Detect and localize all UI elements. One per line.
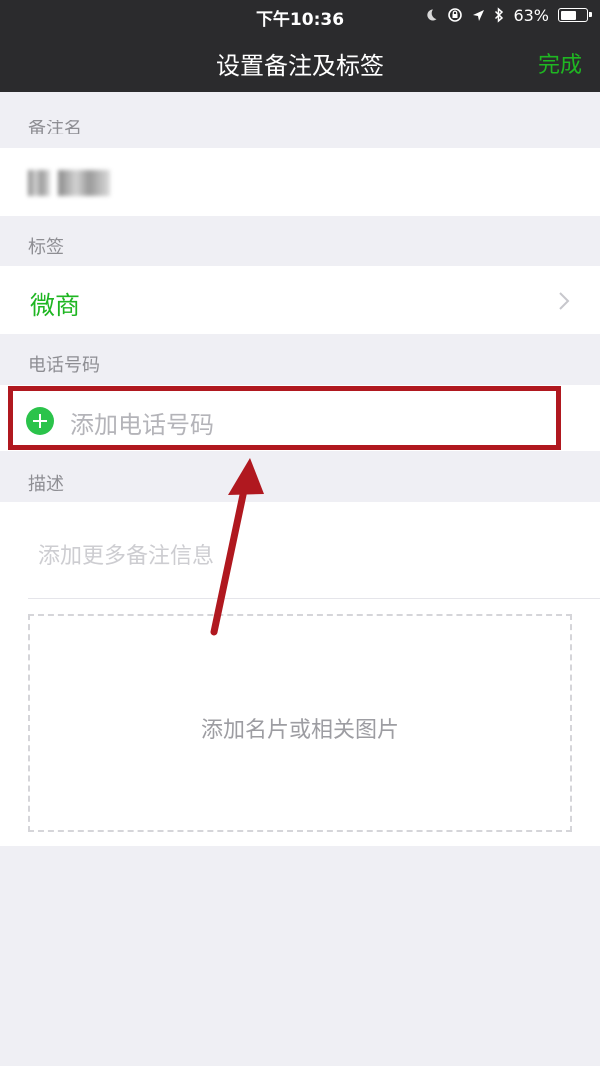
add-phone-cell[interactable]: 添加电话号码 [0,385,600,451]
moon-icon [424,8,438,22]
remark-name-cell[interactable] [0,148,600,216]
rotation-lock-icon [447,7,463,23]
battery-tip [589,12,592,17]
add-circle-icon [26,407,54,435]
phone-section-label: 电话号码 [28,355,100,376]
description-divider [28,598,600,599]
remark-name-blurred-2 [58,170,110,196]
location-icon [472,9,485,22]
battery-icon [558,8,592,22]
remark-name-blurred [28,170,50,196]
description-section-label: 描述 [28,474,64,495]
remark-section-label-text: 备注名 [28,120,82,134]
description-cell: 添加更多备注信息 添加名片或相关图片 [0,502,600,846]
tags-section-label: 标签 [28,237,64,258]
add-image-label: 添加名片或相关图片 [200,718,399,743]
bluetooth-icon [494,7,504,23]
description-input[interactable]: 添加更多备注信息 [38,538,214,570]
tag-value: 微商 [30,291,81,320]
status-icons: 63% [424,4,592,26]
remark-section-label: 备注名 [28,120,82,134]
page-title: 设置备注及标签 [216,52,384,80]
status-bar: 下午10:36 63% [0,0,600,30]
battery-fill [560,10,577,20]
tags-cell[interactable]: 微商 [0,266,600,334]
done-button[interactable]: 完成 [538,47,582,79]
battery-percent: 63% [513,5,549,25]
nav-bar: 设置备注及标签 完成 [0,30,600,92]
add-image-box[interactable]: 添加名片或相关图片 [28,614,572,832]
chevron-right-icon [558,291,570,315]
add-phone-label: 添加电话号码 [70,411,214,439]
